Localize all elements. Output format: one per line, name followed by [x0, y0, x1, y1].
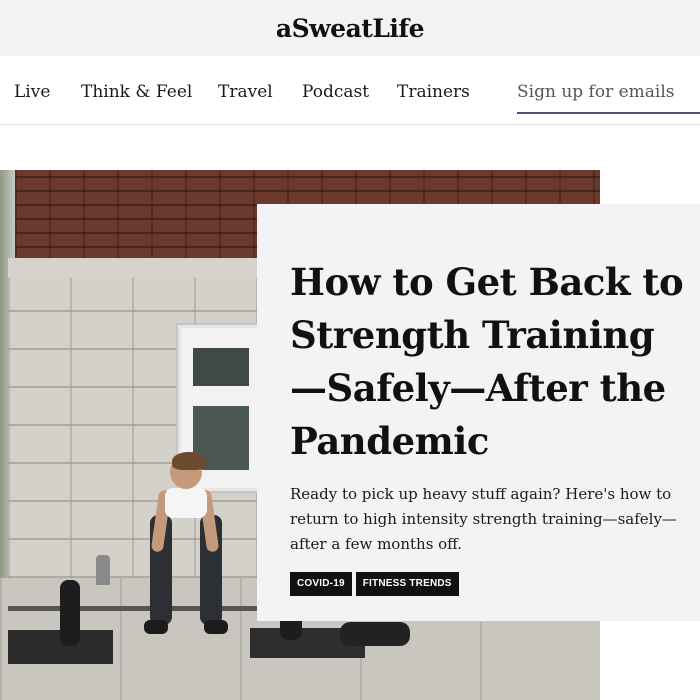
signup-underline [517, 112, 700, 114]
athlete-shoe [204, 620, 228, 634]
nav-item-trainers[interactable]: Trainers [397, 82, 470, 102]
nav-item-live[interactable]: Live [14, 82, 50, 102]
nav-item-podcast[interactable]: Podcast [302, 82, 369, 102]
athlete-torso [165, 488, 207, 518]
weight-plate [60, 580, 80, 646]
site-logo[interactable]: aSweatLife [276, 14, 425, 43]
athlete-shoe [144, 620, 168, 634]
email-signup-link[interactable]: Sign up for emails [517, 82, 675, 102]
article-title[interactable]: How to Get Back to Strength Training—Saf… [290, 256, 690, 468]
tag-fitness-trends[interactable]: FITNESS TRENDS [355, 572, 459, 596]
tag-covid-19[interactable]: COVID-19 [290, 572, 352, 596]
article-tags: COVID-19 FITNESS TRENDS [290, 572, 459, 596]
nav-item-travel[interactable]: Travel [218, 82, 273, 102]
nav-item-think-feel[interactable]: Think & Feel [81, 82, 192, 102]
main-nav: Live Think & Feel Travel Podcast Trainer… [0, 56, 700, 125]
hydrant [96, 555, 110, 585]
site-header: aSweatLife [0, 0, 700, 56]
weight-plates-stack [340, 622, 410, 646]
article-dek: Ready to pick up heavy stuff again? Here… [290, 485, 677, 553]
article-card: How to Get Back to Strength Training—Saf… [257, 204, 700, 621]
athlete-hair [172, 452, 206, 470]
